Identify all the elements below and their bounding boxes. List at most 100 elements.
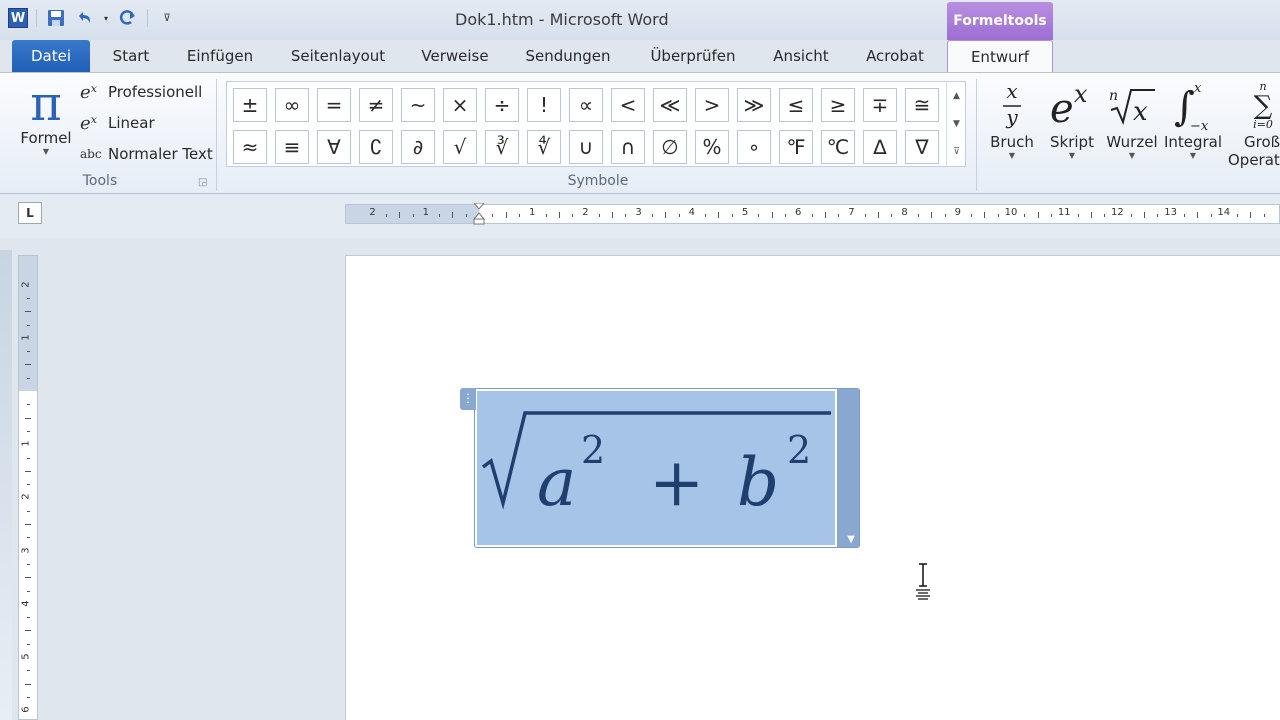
ruler-tick [27, 643, 30, 645]
gallery-up-icon[interactable]: ▲ [946, 82, 966, 110]
symbol-button[interactable]: % [695, 130, 729, 164]
symbol-button[interactable]: ∅ [653, 130, 687, 164]
symbol-button[interactable]: ∇ [905, 130, 939, 164]
ruler-tick [1197, 212, 1199, 218]
tab-start[interactable]: Start [100, 40, 162, 73]
symbol-button[interactable]: ∩ [611, 130, 645, 164]
tab-sendungen[interactable]: Sendungen [514, 40, 622, 73]
symbol-button[interactable]: ≅ [905, 88, 939, 122]
symbol-button[interactable]: ℉ [779, 130, 813, 164]
symbol-button[interactable]: × [443, 88, 477, 122]
redo-icon[interactable] [117, 7, 139, 29]
tab-datei[interactable]: Datei [12, 40, 90, 73]
symbol-button[interactable]: < [611, 88, 645, 122]
bruch-button[interactable]: xy Bruch ▼ [986, 77, 1038, 171]
gallery-more-icon[interactable]: ⊽ [946, 138, 966, 166]
ruler-tick [1263, 214, 1265, 217]
wurzel-label: Wurzel [1106, 133, 1158, 151]
save-icon[interactable] [45, 7, 67, 29]
symbol-button[interactable]: ∁ [359, 130, 393, 164]
symbol-button[interactable]: ~ [401, 88, 435, 122]
symbol-button[interactable]: ∛ [485, 130, 519, 164]
operator-label: Operat [1228, 151, 1280, 169]
symbol-button[interactable]: ∓ [863, 88, 897, 122]
ruler-tick [1210, 214, 1212, 217]
symbol-button[interactable]: ≫ [737, 88, 771, 122]
dialog-launcher-icon[interactable]: ◲ [198, 177, 207, 188]
tab-ansicht[interactable]: Ansicht [762, 40, 840, 73]
symbol-button[interactable]: ∝ [569, 88, 603, 122]
ruler-tick [665, 212, 667, 218]
wurzel-button[interactable]: nx Wurzel ▼ [1104, 77, 1160, 171]
ruler-tick [824, 212, 826, 218]
indent-marker-icon[interactable] [473, 203, 485, 225]
professional-button[interactable]: eˣ Professionell [80, 79, 202, 105]
symbol-button[interactable]: ≤ [779, 88, 813, 122]
ruler-number: 3 [20, 546, 32, 554]
ruler-tick [572, 214, 574, 217]
symbol-button[interactable]: ∀ [317, 130, 351, 164]
chevron-down-icon: ▼ [1189, 151, 1197, 160]
symbol-button[interactable]: = [317, 88, 351, 122]
ruler-tick [1130, 214, 1132, 217]
contextual-tab-group-label: Formeltools [953, 13, 1047, 29]
symbol-button[interactable]: ∪ [569, 130, 603, 164]
symbol-button[interactable]: ≠ [359, 88, 393, 122]
symbol-button[interactable]: √ [443, 130, 477, 164]
ruler-tick [412, 214, 414, 217]
undo-icon[interactable] [73, 7, 95, 29]
horizontal-ruler[interactable]: 2 1 1 2 3 4 5 6 7 8 9 10 11 12 13 14 [345, 203, 1280, 225]
symbol-button[interactable]: ℃ [821, 130, 855, 164]
ruler-tick [917, 214, 919, 217]
ruler-tick [25, 683, 31, 685]
customize-icon[interactable]: ⊽ [156, 7, 178, 29]
ruler-tick [1090, 212, 1092, 218]
symbol-button[interactable]: ∘ [737, 130, 771, 164]
linear-button[interactable]: eˣ Linear [80, 110, 155, 136]
large-operator-button[interactable]: n∑i=0 Große Operat [1226, 77, 1280, 171]
symbol-button[interactable]: ≥ [821, 88, 855, 122]
ruler-tick [27, 430, 30, 432]
equation-container[interactable]: ⋮ ▼ a 2 + b 2 [460, 388, 860, 548]
ruler-tick [27, 510, 30, 512]
symbol-button[interactable]: ! [527, 88, 561, 122]
symbol-button[interactable]: ± [233, 88, 267, 122]
ribbon-tabs: Datei Start Einfügen Seitenlayout Verwei… [0, 40, 1280, 74]
gallery-down-icon[interactable]: ▼ [946, 110, 966, 138]
tab-verweise[interactable]: Verweise [410, 40, 500, 73]
equation-move-handle-icon[interactable]: ⋮ [460, 388, 476, 410]
word-icon[interactable]: W [8, 8, 28, 28]
grosse-label: Große [1244, 133, 1280, 151]
symbol-button[interactable]: ÷ [485, 88, 519, 122]
symbol-button[interactable]: ∜ [527, 130, 561, 164]
svg-text:b: b [737, 444, 779, 521]
tab-selector-button[interactable]: L [18, 202, 42, 224]
vertical-ruler[interactable]: 2 1 1 2 3 4 5 6 [18, 255, 38, 720]
formel-button[interactable]: π Formel ▼ [18, 79, 74, 165]
integral-button[interactable]: ∫ x −x Integral ▼ [1162, 77, 1224, 171]
tab-einfuegen[interactable]: Einfügen [176, 40, 264, 73]
symbol-button[interactable]: ∂ [401, 130, 435, 164]
tab-entwurf[interactable]: Entwurf [947, 40, 1053, 74]
symbol-button[interactable]: ≪ [653, 88, 687, 122]
undo-dropdown-icon[interactable]: ▾ [101, 7, 111, 29]
symbol-button[interactable]: ∆ [863, 130, 897, 164]
skript-button[interactable]: ex Skript ▼ [1044, 77, 1100, 171]
normal-text-button[interactable]: abc Normaler Text [80, 141, 213, 167]
symbol-button[interactable]: ≡ [275, 130, 309, 164]
tab-seitenlayout[interactable]: Seitenlayout [280, 40, 396, 73]
symbol-button[interactable]: > [695, 88, 729, 122]
equation-options-handle[interactable]: ▼ [837, 389, 859, 547]
symbol-button[interactable]: ≈ [233, 130, 267, 164]
qat-separator [36, 9, 37, 27]
tab-acrobat[interactable]: Acrobat [856, 40, 934, 73]
radical-icon: nx [1104, 77, 1160, 133]
ruler-number: 4 [688, 207, 695, 218]
ruler-tick [1157, 214, 1159, 217]
ruler-tick [25, 417, 31, 419]
symbol-button[interactable]: ∞ [275, 88, 309, 122]
tab-ueberpruefen[interactable]: Überprüfen [638, 40, 748, 73]
professional-format-icon: eˣ [80, 81, 98, 103]
svg-text:x: x [1194, 81, 1202, 96]
ruler-tick [1183, 214, 1185, 217]
